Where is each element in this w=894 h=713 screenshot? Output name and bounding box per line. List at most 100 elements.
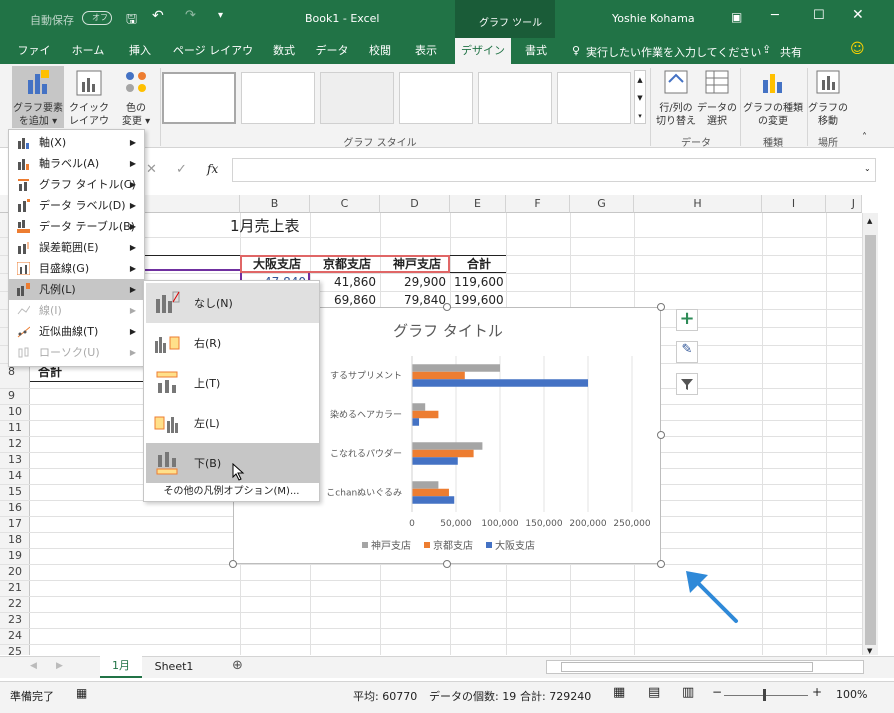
resize-handle[interactable] <box>657 303 665 311</box>
legend-none-item[interactable]: なし(N) <box>146 283 319 323</box>
chart-filters-button[interactable] <box>676 373 698 395</box>
macro-record-icon[interactable]: ▦ <box>76 686 87 700</box>
resize-handle[interactable] <box>443 303 451 311</box>
row-header[interactable]: 18 <box>0 533 30 547</box>
tab-formulas[interactable]: 数式 <box>266 38 302 64</box>
header-cell[interactable]: 京都支店 <box>314 255 380 273</box>
save-icon[interactable]: 🖫 <box>126 10 137 32</box>
column-header[interactable]: G <box>570 195 634 213</box>
column-header[interactable]: F <box>506 195 570 213</box>
menu-item-chart-title[interactable]: グラフ タイトル(C) ▶ <box>9 174 144 195</box>
tab-format[interactable]: 書式 <box>518 38 554 64</box>
row-header[interactable]: 19 <box>0 549 30 563</box>
menu-item-axis-titles[interactable]: 軸ラベル(A) ▶ <box>9 153 144 174</box>
prev-sheet-icon[interactable]: ◀ <box>30 661 37 671</box>
zoom-out-icon[interactable]: − <box>712 685 722 699</box>
chart-style-5[interactable] <box>478 72 552 124</box>
horizontal-scrollbar[interactable] <box>546 660 864 674</box>
sheet-title-cell[interactable]: 1月売上表 <box>226 217 304 235</box>
page-layout-view-icon[interactable]: ▤ <box>648 685 660 700</box>
resize-handle[interactable] <box>657 560 665 568</box>
legend-right-item[interactable]: 右(R) <box>146 323 319 363</box>
vertical-scrollbar[interactable]: ▲ ▼ <box>862 213 878 655</box>
row-header[interactable]: 11 <box>0 421 30 435</box>
row-header[interactable]: 20 <box>0 565 30 579</box>
column-header[interactable]: C <box>310 195 380 213</box>
column-header[interactable]: D <box>380 195 450 213</box>
enter-icon[interactable]: ✓ <box>176 162 187 177</box>
header-cell[interactable]: 神戸支店 <box>384 255 450 273</box>
legend-left-item[interactable]: 左(L) <box>146 403 319 443</box>
insert-function-icon[interactable]: fx <box>207 162 218 176</box>
menu-item-legend[interactable]: 凡例(L) ▶ <box>9 279 144 300</box>
menu-item-error-bars[interactable]: 誤差範囲(E) ▶ <box>9 237 144 258</box>
column-header[interactable]: B <box>240 195 310 213</box>
select-data-button[interactable]: データの 選択 <box>697 66 737 128</box>
add-chart-element-button[interactable]: グラフ要素 を追加 ▾ <box>12 66 64 128</box>
tab-file[interactable]: ファイル <box>14 38 54 83</box>
row-header[interactable]: 9 <box>0 389 30 403</box>
expand-formula-icon[interactable]: ⌄ <box>864 164 871 173</box>
menu-item-data-labels[interactable]: データ ラベル(D) ▶ <box>9 195 144 216</box>
row-header[interactable]: 13 <box>0 453 30 467</box>
tab-design[interactable]: デザイン <box>455 38 511 64</box>
tell-me-box[interactable]: 実行したい作業を入力してください <box>586 44 761 60</box>
column-header[interactable]: H <box>634 195 762 213</box>
change-colors-button[interactable]: 色の 変更 ▾ <box>116 66 156 128</box>
legend-bottom-item[interactable]: 下(B) <box>146 443 319 483</box>
add-sheet-icon[interactable]: ⊕ <box>232 658 243 673</box>
chart-style-6[interactable] <box>557 72 631 124</box>
collapse-ribbon-icon[interactable]: ˄ <box>862 132 867 143</box>
column-header[interactable]: I <box>762 195 826 213</box>
undo-icon[interactable]: ↶ <box>152 8 164 24</box>
zoom-slider[interactable] <box>724 695 808 696</box>
quick-layout-button[interactable]: クイック レイアウト ▾ <box>66 66 112 140</box>
row-header[interactable]: 14 <box>0 469 30 483</box>
zoom-in-icon[interactable]: + <box>812 685 822 699</box>
tab-review[interactable]: 校閲 <box>362 38 398 64</box>
menu-item-trendline[interactable]: 近似曲線(T) ▶ <box>9 321 144 342</box>
row-header[interactable]: 8 <box>0 365 30 379</box>
user-name[interactable]: Yoshie Kohama <box>612 12 695 25</box>
tab-insert[interactable]: 挿入 <box>122 38 158 64</box>
resize-handle[interactable] <box>229 560 237 568</box>
data-cell[interactable]: 29,900 <box>380 273 450 291</box>
normal-view-icon[interactable]: ▦ <box>613 685 625 700</box>
zoom-thumb[interactable] <box>763 689 766 701</box>
row-header[interactable]: 22 <box>0 597 30 611</box>
resize-handle[interactable] <box>443 560 451 568</box>
chart-style-2[interactable] <box>241 72 315 124</box>
menu-item-axes[interactable]: 軸(X) ▶ <box>9 132 144 153</box>
tab-page-layout[interactable]: ページ レイアウト <box>170 38 256 83</box>
header-cell[interactable]: 合計 <box>452 255 506 273</box>
legend-top-item[interactable]: 上(T) <box>146 363 319 403</box>
smiley-icon[interactable]: ☺ <box>850 41 865 57</box>
change-chart-type-button[interactable]: グラフの種類 の変更 <box>741 66 805 128</box>
column-header[interactable]: E <box>450 195 506 213</box>
row-header[interactable]: 15 <box>0 485 30 499</box>
row-header[interactable]: 24 <box>0 629 30 643</box>
next-sheet-icon[interactable]: ▶ <box>56 661 63 671</box>
style-gallery-scroll[interactable]: ▲ ▼ ▾ <box>634 70 646 124</box>
tab-view[interactable]: 表示 <box>408 38 444 64</box>
cancel-icon[interactable]: ✕ <box>146 162 157 177</box>
chart-elements-plus-button[interactable]: + <box>676 309 698 331</box>
maximize-button[interactable]: ☐ <box>813 8 825 23</box>
autosave-toggle[interactable]: オフ <box>82 11 112 25</box>
formula-input[interactable] <box>232 158 876 182</box>
menu-item-data-table[interactable]: データ テーブル(B) ▶ <box>9 216 144 237</box>
column-header[interactable]: J <box>826 195 862 213</box>
header-cell[interactable]: 大阪支店 <box>244 255 310 273</box>
move-chart-button[interactable]: グラフの 移動 <box>808 66 848 128</box>
row-header[interactable]: 12 <box>0 437 30 451</box>
close-button[interactable]: ✕ <box>852 7 864 23</box>
more-legend-options-item[interactable]: その他の凡例オプション(M)... <box>144 483 319 501</box>
row-header[interactable]: 23 <box>0 613 30 627</box>
menu-item-gridlines[interactable]: 目盛線(G) ▶ <box>9 258 144 279</box>
row-header[interactable]: 10 <box>0 405 30 419</box>
chart-styles-brush-button[interactable]: ✎ <box>676 341 698 363</box>
data-cell[interactable]: 41,860 <box>310 273 380 291</box>
resize-handle[interactable] <box>657 431 665 439</box>
row-header[interactable]: 17 <box>0 517 30 531</box>
sheet-tab[interactable]: Sheet1 <box>144 657 204 677</box>
